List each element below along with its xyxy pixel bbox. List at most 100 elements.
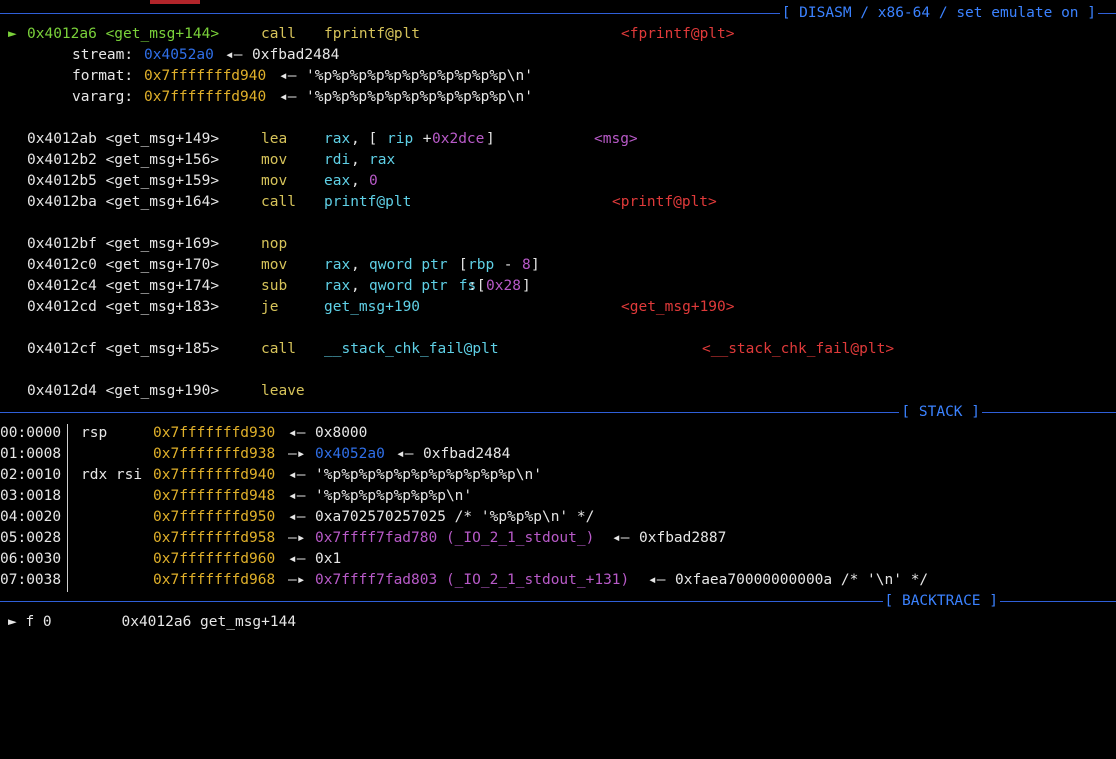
stack-registers: rsp <box>81 425 108 441</box>
stack-value: 0x1 <box>315 551 342 567</box>
stack-index: 02:0010 <box>0 467 62 483</box>
disasm-section-header: [ DISASM / x86-64 / set emulate on ] <box>0 3 1116 24</box>
arrow-left-icon: ◂— <box>279 68 297 84</box>
operand-punct: [ <box>450 257 468 273</box>
instruction-address: 0x4012ab <get_msg+149> <box>27 131 220 147</box>
stack-row: 03:0018 0x7fffffffd948 ◂— '%p%p%p%p%p%p%… <box>0 486 472 507</box>
stack-index: 00:0000 <box>0 425 62 441</box>
stack-value: 0x8000 <box>315 425 368 441</box>
instruction-row: 0x4012c0 <get_msg+170> mov rax , qword p… <box>0 255 540 276</box>
current-operand: fprintf@plt <box>324 26 421 42</box>
instruction-address: 0x4012b5 <get_msg+159> <box>27 173 220 189</box>
operand-immediate: 0x28 <box>486 278 521 294</box>
operand-punct: ] <box>522 278 531 294</box>
stack-index: 06:0030 <box>0 551 62 567</box>
stack-index: 04:0020 <box>0 509 62 525</box>
instruction-mnemonic: mov <box>261 173 288 189</box>
stack-section-header: [ STACK ] <box>0 402 1116 423</box>
operand-register: rip <box>387 131 414 147</box>
arg-row-format: format: 0x7fffffffd940 ◂— '%p%p%p%p%p%p%… <box>0 66 533 87</box>
backtrace-title: [ BACKTRACE ] <box>882 591 1000 612</box>
arrow-left-icon: ◂— <box>288 425 306 441</box>
arg-label: stream: <box>72 47 134 63</box>
instruction-mnemonic: leave <box>261 383 305 399</box>
stack-row: 07:0038 0x7fffffffd968 —▸ 0x7ffff7fad803… <box>0 570 928 591</box>
instruction-address: 0x4012c0 <get_msg+170> <box>27 257 220 273</box>
arrow-left-icon: ◂— <box>288 488 306 504</box>
stack-column-divider <box>67 424 68 592</box>
stack-row: 00:0000 rsp 0x7fffffffd930 ◂— 0x8000 <box>0 423 367 444</box>
stack-pointer: 0x7ffff7fad803 (_IO_2_1_stdout_+131) <box>315 572 630 588</box>
instruction-mnemonic: lea <box>261 131 288 147</box>
stack-title: [ STACK ] <box>899 402 982 423</box>
stack-address: 0x7fffffffd950 <box>153 509 276 525</box>
instruction-row: 0x4012d4 <get_msg+190> leave <box>0 381 305 402</box>
operand-register: eax <box>324 173 351 189</box>
operand-symbol: __stack_chk_fail@plt <box>324 341 499 357</box>
arrow-left-icon: ◂— <box>396 446 414 462</box>
current-address: 0x4012a6 <get_msg+144> <box>27 26 220 42</box>
arrow-left-icon: ◂— <box>288 467 306 483</box>
stack-address: 0x7fffffffd930 <box>153 425 276 441</box>
operand-register: rax <box>369 152 396 168</box>
instruction-address: 0x4012c4 <get_msg+174> <box>27 278 220 294</box>
arg-address: 0x7fffffffd940 <box>144 89 267 105</box>
current-target: <fprintf@plt> <box>621 26 735 42</box>
stack-value: 0xfaea70000000000a /* '\n' */ <box>675 572 929 588</box>
stack-pointer: 0x4052a0 <box>315 446 385 462</box>
instruction-row: 0x4012c4 <get_msg+174> sub rax , qword p… <box>0 276 531 297</box>
stack-address: 0x7fffffffd938 <box>153 446 276 462</box>
instruction-address: 0x4012d4 <get_msg+190> <box>27 383 220 399</box>
instruction-mnemonic: nop <box>261 236 288 252</box>
instruction-mnemonic: call <box>261 341 296 357</box>
instruction-target: <printf@plt> <box>612 194 717 210</box>
stack-address: 0x7fffffffd960 <box>153 551 276 567</box>
stack-row: 06:0030 0x7fffffffd960 ◂— 0x1 <box>0 549 341 570</box>
arrow-left-icon: ◂— <box>288 551 306 567</box>
arrow-left-icon: ◂— <box>288 509 306 525</box>
operand-punct: , [ <box>351 131 378 147</box>
operand-symbol: get_msg+190 <box>324 299 421 315</box>
stack-value: 0xfbad2484 <box>423 446 511 462</box>
operand-register: rax <box>324 278 351 294</box>
arrow-left-icon: ◂— <box>612 530 630 546</box>
current-mnemonic: call <box>261 26 296 42</box>
arg-row-vararg: vararg: 0x7fffffffd940 ◂— '%p%p%p%p%p%p%… <box>0 87 533 108</box>
instruction-address: 0x4012b2 <get_msg+156> <box>27 152 220 168</box>
stack-row: 04:0020 0x7fffffffd950 ◂— 0xa70257025702… <box>0 507 594 528</box>
instruction-row: 0x4012ab <get_msg+149> lea rax , [ rip +… <box>0 129 638 150</box>
instruction-address: 0x4012bf <get_msg+169> <box>27 236 220 252</box>
arg-address: 0x4052a0 <box>144 47 214 63</box>
instruction-row: 0x4012b5 <get_msg+159> mov eax , 0 <box>0 171 378 192</box>
operand-immediate: 8 <box>522 257 531 273</box>
stack-address: 0x7fffffffd940 <box>153 467 276 483</box>
arg-value: '%p%p%p%p%p%p%p%p%p%p%p\n' <box>306 89 533 105</box>
arrow-left-icon: ◂— <box>225 47 243 63</box>
instruction-mnemonic: sub <box>261 278 288 294</box>
stack-value: '%p%p%p%p%p%p%p\n' <box>315 488 473 504</box>
arg-address: 0x7fffffffd940 <box>144 68 267 84</box>
operand-punct: ] <box>486 131 495 147</box>
arrow-left-icon: ◂— <box>648 572 666 588</box>
stack-address: 0x7fffffffd958 <box>153 530 276 546</box>
stack-index: 05:0028 <box>0 530 62 546</box>
instruction-target: <msg> <box>594 131 638 147</box>
operand-register: rbp <box>468 257 495 273</box>
arg-label: format: <box>72 68 134 84</box>
instruction-mnemonic: mov <box>261 152 288 168</box>
instruction-mnemonic: mov <box>261 257 288 273</box>
operand-keyword: qword ptr <box>369 257 448 273</box>
stack-registers: rdx rsi <box>81 467 143 483</box>
instruction-row: 0x4012b2 <get_msg+156> mov rdi , rax <box>0 150 395 171</box>
arg-row-stream: stream: 0x4052a0 ◂— 0xfbad2484 <box>0 45 339 66</box>
instruction-address: 0x4012ba <get_msg+164> <box>27 194 220 210</box>
stack-value: '%p%p%p%p%p%p%p%p%p%p%p\n' <box>315 467 542 483</box>
instruction-row: 0x4012bf <get_msg+169> nop <box>0 234 287 255</box>
operand-punct: :[ <box>468 278 486 294</box>
stack-address: 0x7fffffffd968 <box>153 572 276 588</box>
current-pointer-icon: ► <box>8 26 17 42</box>
arrow-right-icon: —▸ <box>288 530 306 546</box>
operand-punct: ] <box>531 257 540 273</box>
operand-register: rax <box>324 131 351 147</box>
instruction-target: <__stack_chk_fail@plt> <box>702 341 895 357</box>
